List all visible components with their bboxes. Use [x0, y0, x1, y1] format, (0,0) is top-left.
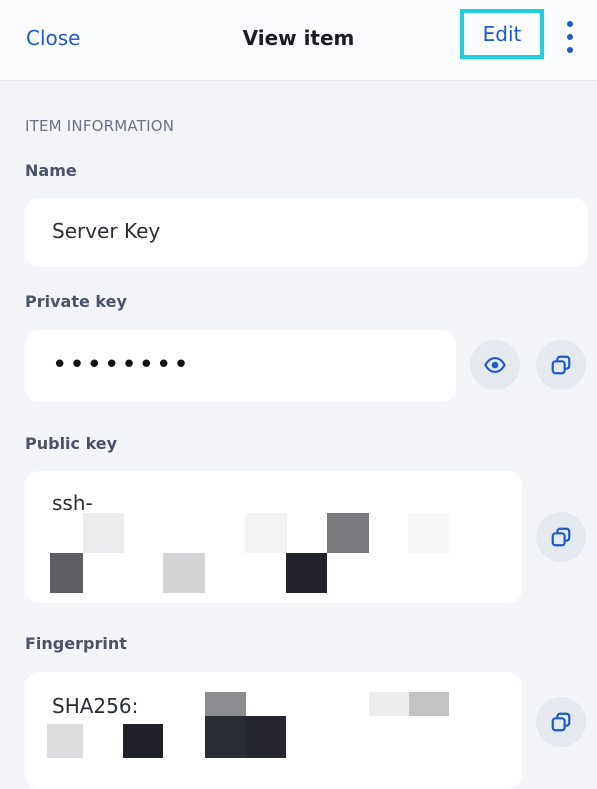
fingerprint-field[interactable]: SHA256:	[25, 672, 522, 789]
copy-public-key-button[interactable]	[536, 512, 586, 562]
private-key-value: ••••••••	[52, 350, 191, 380]
fingerprint-value: SHA256:	[52, 694, 139, 718]
redacted-block	[408, 513, 450, 553]
public-key-label: Public key	[25, 434, 118, 453]
copy-icon	[551, 355, 571, 375]
redacted-block	[50, 553, 83, 593]
public-key-value: ssh-	[52, 491, 93, 515]
redacted-block	[245, 513, 287, 553]
redacted-block	[246, 716, 286, 758]
redacted-block	[409, 692, 449, 716]
redacted-block	[163, 553, 205, 593]
copy-private-key-button[interactable]	[536, 340, 586, 390]
private-key-field[interactable]: ••••••••	[25, 330, 456, 402]
edit-button[interactable]: Edit	[460, 9, 544, 59]
section-header: ITEM INFORMATION	[25, 117, 175, 135]
more-vertical-icon[interactable]	[561, 19, 579, 55]
eye-icon	[484, 357, 506, 373]
top-bar: Close View item Edit	[0, 0, 597, 81]
private-key-label: Private key	[25, 292, 127, 311]
public-key-field[interactable]: ssh-	[25, 471, 522, 603]
redacted-block	[205, 692, 246, 716]
copy-fingerprint-button[interactable]	[536, 697, 586, 747]
redacted-block	[205, 716, 246, 758]
copy-icon	[551, 712, 571, 732]
redacted-block	[47, 724, 83, 758]
redacted-block	[83, 513, 124, 553]
reveal-button[interactable]	[470, 340, 520, 390]
redacted-block	[286, 553, 327, 593]
name-field[interactable]: Server Key	[25, 198, 588, 267]
name-value: Server Key	[52, 219, 161, 243]
redacted-block	[369, 692, 409, 716]
name-label: Name	[25, 161, 77, 180]
redacted-block	[123, 724, 163, 758]
fingerprint-label: Fingerprint	[25, 634, 127, 653]
copy-icon	[551, 527, 571, 547]
redacted-block	[327, 513, 369, 553]
